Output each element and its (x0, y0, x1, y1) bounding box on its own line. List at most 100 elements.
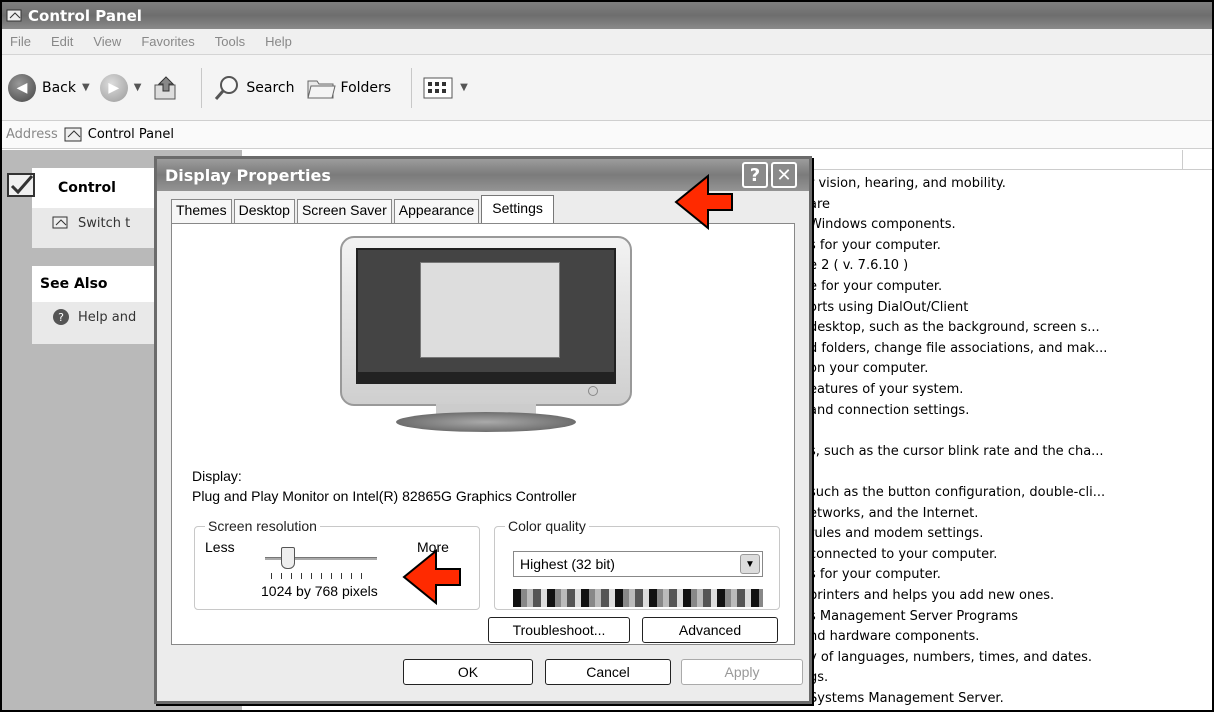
switch-view-label: Switch t (78, 215, 131, 231)
item-description[interactable]: desktop, such as the background, screen … (809, 320, 1100, 335)
views-button[interactable]: ▼ (422, 75, 468, 101)
item-description[interactable]: y of languages, numbers, times, and date… (809, 650, 1092, 665)
item-description[interactable]: such as the button configuration, double… (809, 485, 1105, 500)
item-description[interactable]: nd hardware components. (809, 629, 979, 644)
views-icon (423, 77, 453, 98)
search-label: Search (246, 79, 295, 96)
address-field[interactable]: Control Panel (64, 126, 174, 144)
back-arrow-icon: ◀ (8, 73, 36, 102)
item-description[interactable]: s for your computer. (809, 238, 941, 253)
item-description[interactable]: rules and modem settings. (809, 526, 983, 541)
tab-desktop[interactable]: Desktop (233, 199, 295, 223)
svg-text:?: ? (58, 311, 64, 324)
folders-icon (306, 80, 336, 98)
item-description[interactable]: Windows components. (809, 217, 956, 232)
menu-file[interactable]: File (10, 34, 31, 49)
chevron-down-icon: ▼ (740, 554, 760, 574)
item-description[interactable]: e for your computer. (809, 279, 942, 294)
troubleshoot-button[interactable]: Troubleshoot... (488, 617, 630, 643)
item-description[interactable]: etworks, and the Internet. (809, 506, 978, 521)
search-icon (215, 75, 239, 100)
color-quality-label: Color quality (505, 518, 589, 534)
menu-favorites[interactable]: Favorites (141, 34, 194, 49)
toolbar-separator (411, 67, 413, 108)
resolution-slider-thumb[interactable] (281, 547, 295, 569)
item-description[interactable]: orts using DialOut/Client (809, 300, 968, 315)
menu-tools[interactable]: Tools (215, 34, 245, 49)
item-description[interactable]: eatures of your system. (809, 382, 963, 397)
box-title: See Also (40, 276, 108, 292)
control-panel-icon (7, 173, 35, 197)
monitor-power-icon (588, 386, 598, 396)
menu-view[interactable]: View (93, 34, 121, 49)
item-description[interactable]: s for your computer. (809, 567, 941, 582)
chevron-down-icon: ▼ (133, 82, 142, 93)
monitor-bezel (340, 236, 632, 406)
dialog-title: Display Properties (165, 165, 331, 185)
cancel-button[interactable]: Cancel (545, 659, 671, 685)
folders-button[interactable]: Folders (305, 73, 392, 103)
close-button[interactable]: ✕ (771, 162, 797, 188)
column-divider (1182, 150, 1183, 170)
apply-button[interactable]: Apply (681, 659, 803, 685)
control-panel-icon (52, 216, 68, 229)
up-folder-button[interactable] (151, 73, 181, 103)
item-description[interactable]: e 2 ( v. 7.6.10 ) (809, 258, 908, 273)
item-description[interactable]: s Management Server Programs (809, 609, 1018, 624)
item-description[interactable]: are (809, 197, 830, 212)
menu-bar: File Edit View Favorites Tools Help (2, 29, 1212, 55)
item-description[interactable]: s, such as the cursor blink rate and the… (809, 444, 1104, 459)
forward-button[interactable]: ▶ ▼ (99, 73, 142, 102)
item-description[interactable]: printers and helps you add new ones. (809, 588, 1054, 603)
help-label: Help and (78, 309, 137, 325)
resolution-value: 1024 by 768 pixels (261, 583, 378, 599)
color-quality-select[interactable]: Highest (32 bit) ▼ (513, 551, 763, 577)
menu-help[interactable]: Help (265, 34, 292, 49)
item-description[interactable]: d folders, change file associations, and… (809, 341, 1107, 356)
item-description[interactable]: Systems Management Server. (809, 691, 1004, 706)
window-title: Control Panel (28, 6, 142, 25)
item-description[interactable]: r vision, hearing, and mobility. (809, 176, 1006, 191)
item-description[interactable]: on your computer. (809, 361, 928, 376)
menu-edit[interactable]: Edit (51, 34, 73, 49)
help-button[interactable]: ? (742, 162, 768, 188)
tab-screen-saver[interactable]: Screen Saver (296, 199, 392, 223)
red-arrow-icon (674, 173, 733, 231)
tab-themes[interactable]: Themes (171, 199, 232, 223)
toolbar: ◀ Back ▼ ▶ ▼ Search Folders ▼ (2, 55, 1212, 121)
chevron-down-icon: ▼ (460, 82, 468, 93)
settings-panel: Display: Plug and Play Monitor on Intel(… (171, 223, 795, 645)
title-bar: Control Panel (2, 2, 1212, 29)
item-description[interactable]: and connection settings. (809, 403, 969, 418)
address-bar: Address Control Panel (2, 121, 1212, 149)
help-icon: ? (53, 309, 69, 325)
toolbar-separator (201, 67, 203, 108)
monitor-preview (340, 236, 632, 434)
monitor-screen (356, 248, 616, 384)
ok-button[interactable]: OK (403, 659, 533, 685)
monitor-stand (396, 412, 576, 432)
chevron-down-icon: ▼ (82, 82, 90, 93)
preview-window (420, 262, 560, 358)
color-sample-bar (513, 589, 763, 607)
help-icon: ? (749, 164, 761, 186)
item-description[interactable]: connected to your computer. (809, 547, 997, 562)
slider-ticks (271, 573, 371, 579)
tab-strip: Themes Desktop Screen Saver Appearance S… (171, 195, 556, 223)
control-panel-icon (64, 127, 82, 141)
close-icon: ✕ (776, 164, 792, 186)
search-button[interactable]: Search (212, 73, 295, 103)
advanced-button[interactable]: Advanced (642, 617, 778, 643)
details-header (802, 150, 1212, 170)
folders-label: Folders (340, 79, 392, 96)
control-panel-icon (6, 9, 22, 21)
back-label: Back (42, 79, 76, 96)
display-properties-dialog: Display Properties ? ✕ Themes Desktop Sc… (154, 156, 812, 704)
less-label: Less (205, 539, 235, 555)
tab-appearance[interactable]: Appearance (393, 199, 480, 223)
up-folder-icon (154, 75, 176, 99)
address-value: Control Panel (87, 127, 174, 142)
forward-arrow-icon: ▶ (99, 73, 128, 102)
back-button[interactable]: ◀ Back ▼ (8, 73, 90, 102)
tab-settings[interactable]: Settings (481, 195, 554, 223)
